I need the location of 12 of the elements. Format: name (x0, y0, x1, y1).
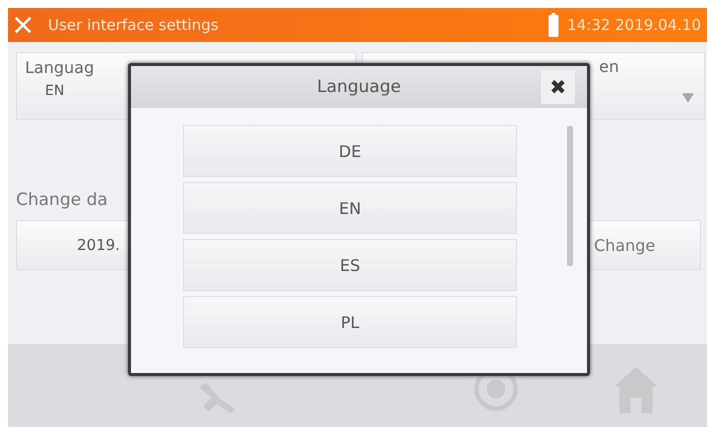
date-value: 2019. (77, 236, 120, 254)
close-button[interactable]: ✖ (541, 70, 575, 104)
language-option[interactable]: DE (183, 125, 517, 177)
language-option[interactable]: EN (183, 182, 517, 234)
field-label: Languag (25, 58, 96, 77)
clock: 14:32 2019.04.10 (567, 16, 701, 34)
language-option[interactable]: PL (183, 296, 517, 348)
window-title: User interface settings (48, 16, 218, 34)
field-label: en (599, 57, 619, 76)
dialog-title: Language (317, 77, 401, 97)
section-label: Change da (16, 190, 108, 210)
language-option[interactable]: ES (183, 239, 517, 291)
